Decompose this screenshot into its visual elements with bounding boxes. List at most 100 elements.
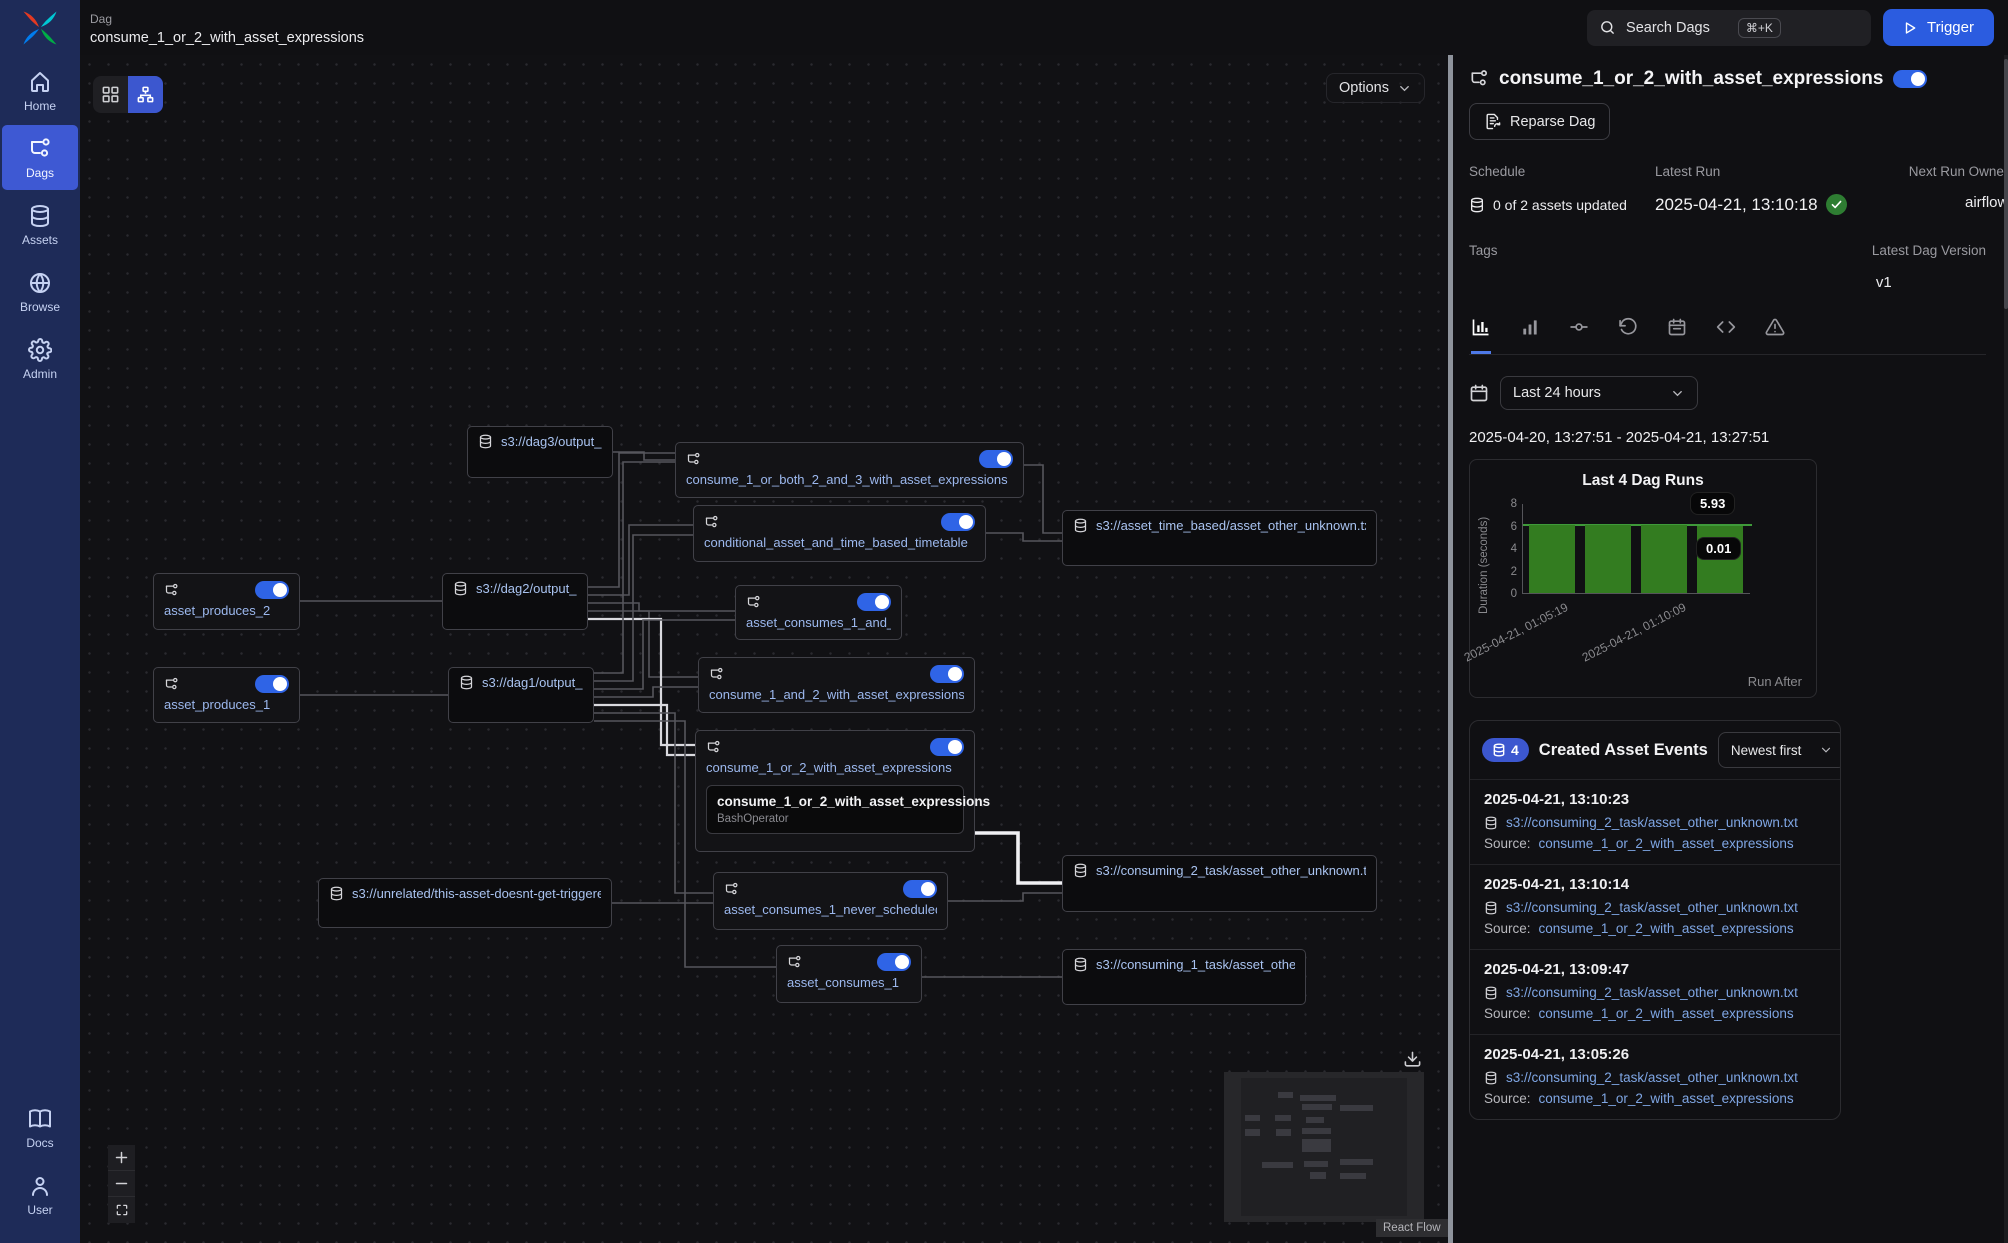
dag-node-asset-produces-2[interactable]: asset_produces_2 (153, 573, 300, 630)
gear-icon (28, 338, 52, 362)
asset-events-title: Created Asset Events (1539, 741, 1708, 760)
dag-enabled-toggle[interactable] (1893, 70, 1927, 88)
time-range-select[interactable]: Last 24 hours (1500, 376, 1698, 410)
dag-toggle[interactable] (255, 675, 289, 693)
branch-icon (746, 595, 761, 610)
dag-toggle[interactable] (979, 450, 1013, 468)
event-source-link[interactable]: consume_1_or_2_with_asset_expressions (1539, 921, 1794, 936)
sidebar-item-admin[interactable]: Admin (2, 326, 78, 391)
dag-toggle[interactable] (930, 665, 964, 683)
zoom-out-button[interactable] (108, 1171, 135, 1197)
event-source-label: Source: (1484, 836, 1531, 851)
dag-node-asset-consumes-1-and-2[interactable]: asset_consumes_1_and_2 (735, 585, 902, 640)
fit-view-button[interactable] (108, 1197, 135, 1223)
minimap-node (1340, 1159, 1373, 1165)
tab-overview[interactable] (1471, 317, 1491, 354)
dag-toggle[interactable] (903, 880, 937, 898)
dag-toggle[interactable] (941, 513, 975, 531)
chart-plot[interactable]: 864205.930.01 (1522, 504, 1750, 594)
zoom-in-button[interactable] (108, 1145, 135, 1171)
success-check-icon (1826, 194, 1847, 215)
event-source-link[interactable]: consume_1_or_2_with_asset_expressions (1539, 1091, 1794, 1106)
chart-bar[interactable] (1585, 525, 1631, 593)
event-asset-link[interactable]: s3://consuming_2_task/asset_other_unknow… (1506, 985, 1798, 1000)
graph-edge (986, 533, 1062, 541)
graph-edge (588, 525, 693, 595)
chart-bar[interactable] (1529, 525, 1575, 593)
download-button[interactable] (1403, 1050, 1422, 1074)
minimap[interactable] (1224, 1072, 1424, 1222)
graph-view-button[interactable] (128, 76, 163, 113)
minimap-node (1306, 1117, 1324, 1123)
panel-dag-title: consume_1_or_2_with_asset_expressions (1499, 68, 1883, 90)
sidebar-item-docs[interactable]: Docs (2, 1095, 78, 1160)
sidebar-item-browse[interactable]: Browse (2, 259, 78, 324)
dag-graph-canvas[interactable]: s3://dag3/output_3.txt consume_1_or_both… (80, 55, 1448, 1243)
asset-node-dag3-output[interactable]: s3://dag3/output_3.txt (467, 426, 613, 478)
dag-toggle[interactable] (857, 593, 891, 611)
latest-run-value[interactable]: 2025-04-21, 13:10:18 (1655, 194, 1873, 215)
dag-node-consume-1-or-2[interactable]: consume_1_or_2_with_asset_expressions co… (695, 730, 975, 852)
dag-toggle[interactable] (877, 953, 911, 971)
event-source-link[interactable]: consume_1_or_2_with_asset_expressions (1539, 1006, 1794, 1021)
asset-node-consuming-2-task[interactable]: s3://consuming_2_task/asset_other_unknow… (1062, 855, 1377, 912)
trigger-button[interactable]: Trigger (1883, 9, 1994, 46)
sidebar-item-dags[interactable]: Dags (2, 125, 78, 190)
asset-node-asset-time-based[interactable]: s3://asset_time_based/asset_other_unknow… (1062, 510, 1377, 566)
tab-code[interactable] (1716, 317, 1736, 354)
asset-node-unrelated-asset[interactable]: s3://unrelated/this-asset-doesnt-get-tri… (318, 878, 612, 928)
dag-node-asset-consumes-1[interactable]: asset_consumes_1 (776, 945, 922, 1003)
chart-ytick: 0 (1497, 588, 1517, 600)
reactflow-attribution[interactable]: React Flow (1376, 1219, 1448, 1237)
asset-node-dag2-output[interactable]: s3://dag2/output_1.txt (442, 573, 588, 630)
sidebar-item-user[interactable]: User (2, 1162, 78, 1227)
schedule-value[interactable]: 0 of 2 assets updated (1469, 194, 1655, 215)
chart-tooltip-duration: 5.93 (1691, 493, 1734, 514)
tab-runs[interactable] (1520, 317, 1540, 354)
search-shortcut: ⌘+K (1738, 18, 1781, 38)
tab-events[interactable] (1667, 317, 1687, 354)
panel-scrollbar-thumb[interactable] (2004, 59, 2008, 309)
options-button[interactable]: Options (1326, 73, 1425, 103)
dag-node-never-scheduled[interactable]: asset_consumes_1_never_scheduled (713, 872, 948, 930)
dag-node-asset-produces-1[interactable]: asset_produces_1 (153, 667, 300, 723)
event-asset-link[interactable]: s3://consuming_2_task/asset_other_unknow… (1506, 900, 1798, 915)
dag-node-consume-1-or-both[interactable]: consume_1_or_both_2_and_3_with_asset_exp… (675, 442, 1024, 498)
asset-node-consuming-1-task[interactable]: s3://consuming_1_task/asset_other.txt (1062, 949, 1306, 1005)
branch-icon (164, 677, 179, 692)
zoom-controls (108, 1145, 135, 1223)
sidebar-item-assets[interactable]: Assets (2, 192, 78, 257)
branch-icon (724, 882, 739, 897)
event-source-label: Source: (1484, 1006, 1531, 1021)
chart-bar[interactable] (1697, 526, 1743, 593)
dag-version-value[interactable]: v1 (1872, 274, 1986, 291)
tab-backfills[interactable] (1618, 317, 1638, 354)
chart-title: Last 4 Dag Runs (1478, 472, 1808, 490)
airflow-logo[interactable] (0, 0, 80, 56)
event-source-link[interactable]: consume_1_or_2_with_asset_expressions (1539, 836, 1794, 851)
tab-warnings[interactable] (1765, 317, 1785, 354)
panel-resize-handle[interactable] (1448, 55, 1453, 1243)
event-asset-link[interactable]: s3://consuming_2_task/asset_other_unknow… (1506, 1070, 1798, 1085)
globe-icon (28, 271, 52, 295)
dag-toggle[interactable] (930, 738, 964, 756)
chart-tooltip-queued: 0.01 (1697, 538, 1740, 559)
event-asset-link[interactable]: s3://consuming_2_task/asset_other_unknow… (1506, 815, 1798, 830)
dag-toggle[interactable] (255, 581, 289, 599)
sidebar-item-home[interactable]: Home (2, 58, 78, 123)
task-node[interactable]: consume_1_or_2_with_asset_expressions Ba… (706, 785, 964, 834)
breadcrumb-group: Dag consume_1_or_2_with_asset_expression… (90, 10, 364, 46)
search-input[interactable]: Search Dags ⌘+K (1587, 10, 1871, 46)
latest-run-label: Latest Run (1655, 164, 1873, 179)
events-sort-select[interactable]: Newest first (1718, 732, 1841, 768)
chart-bar[interactable] (1641, 525, 1687, 593)
tab-tasks[interactable] (1569, 317, 1589, 354)
asset-node-dag1-output[interactable]: s3://dag1/output_1.txt (448, 667, 594, 723)
dag-node-conditional-timetable[interactable]: conditional_asset_and_time_based_timetab… (693, 505, 986, 562)
reparse-dag-button[interactable]: Reparse Dag (1469, 103, 1610, 140)
breadcrumb[interactable]: Dag (90, 12, 364, 26)
user-icon (28, 1174, 52, 1198)
grid-view-button[interactable] (93, 76, 128, 113)
dag-node-consume-1-and-2[interactable]: consume_1_and_2_with_asset_expressions (698, 657, 975, 713)
database-icon (453, 581, 468, 596)
